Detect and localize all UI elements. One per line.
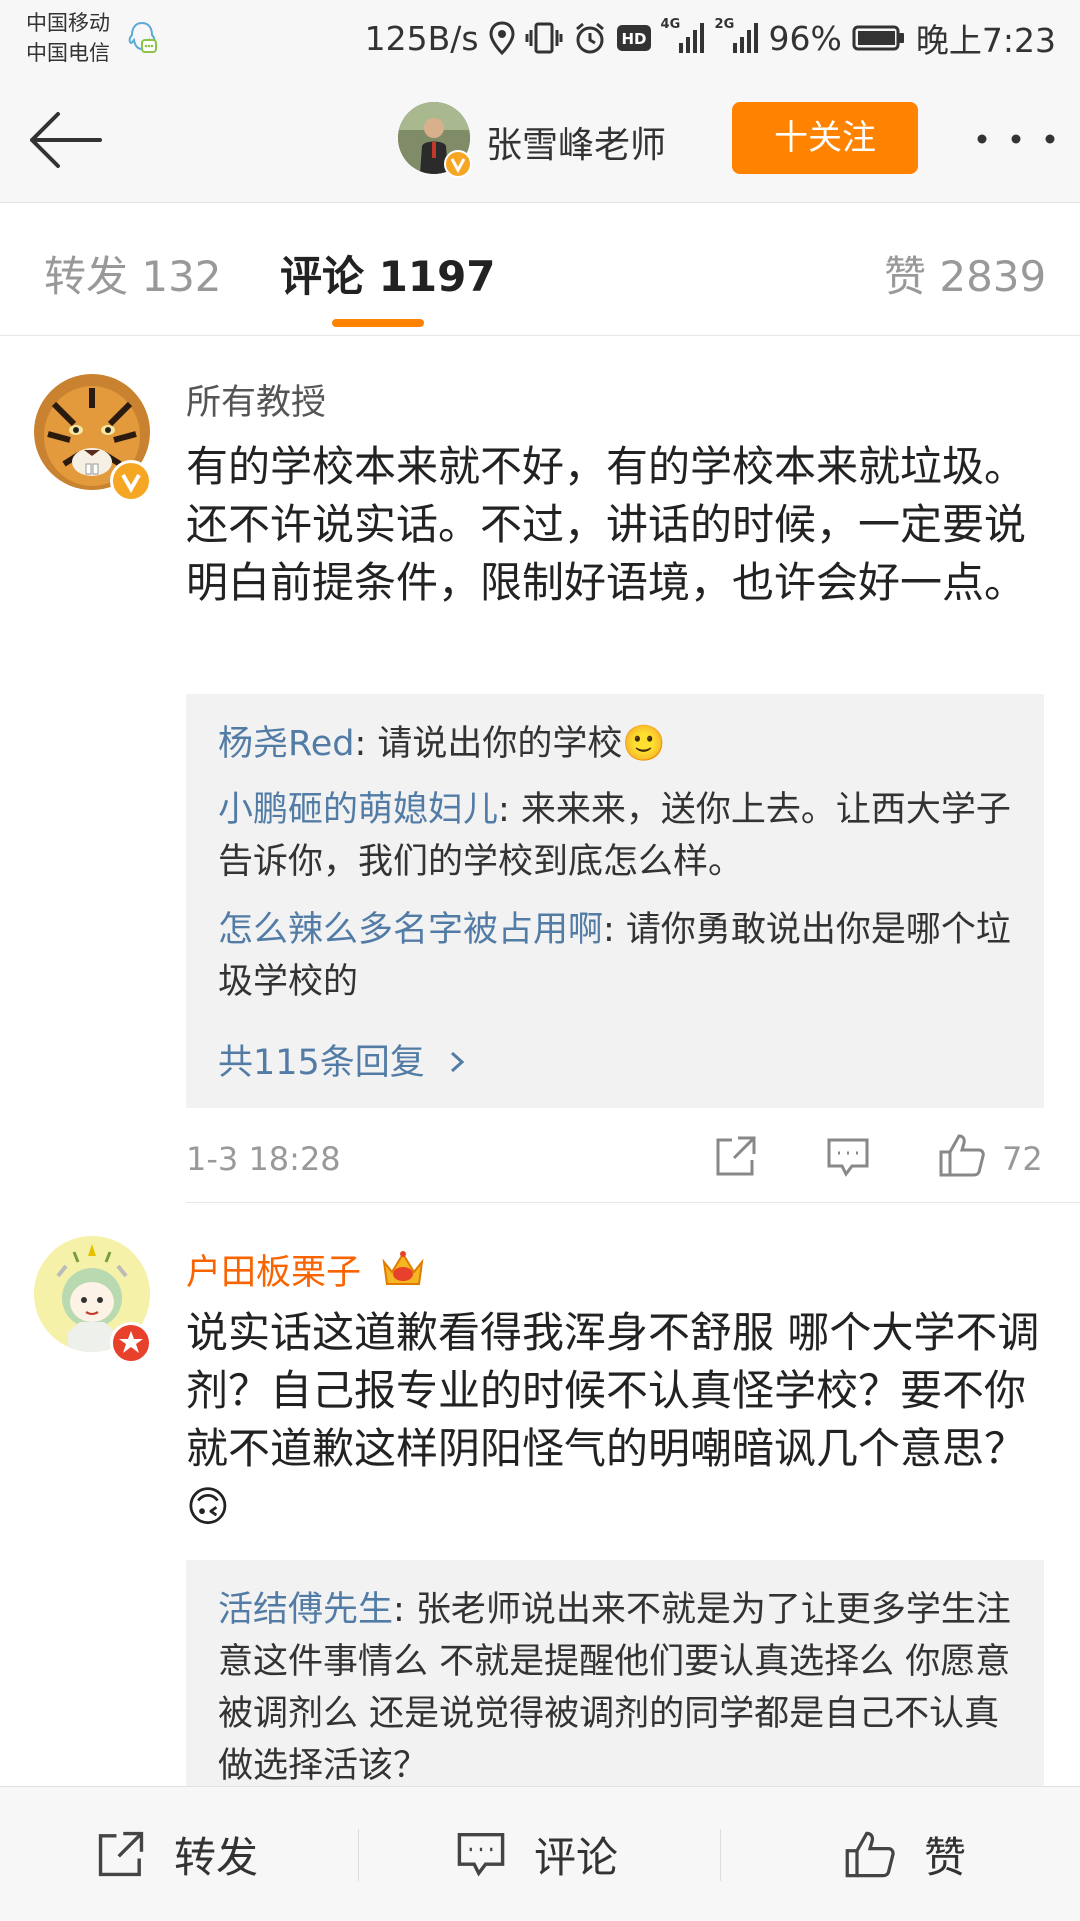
share-icon [98, 1831, 144, 1877]
repost-button[interactable]: 转发 [96, 1787, 258, 1921]
status-bar: 中国移动 中国电信 125B/s HD 4G 2G 96% 晚上7:23 [0, 0, 1080, 82]
commenter-name[interactable]: 户田板栗子 [186, 1244, 426, 1295]
reply-text: : 请说出你的学校🙂 [354, 724, 667, 764]
like-count: 72 [1002, 1140, 1043, 1178]
back-arrow-icon[interactable] [28, 110, 104, 170]
clock: 晚上7:23 [915, 21, 1056, 60]
network-speed: 125B/s [364, 18, 479, 58]
bottom-divider [358, 1829, 359, 1881]
verified-badge-icon [110, 460, 152, 502]
hd-icon: HD [616, 25, 651, 51]
battery-percent: 96% [768, 18, 842, 58]
like-icon[interactable] [938, 1132, 986, 1178]
comment-text: 说实话这道歉看得我浑身不舒服 哪个大学不调剂？自己报专业的时候不认真怪学校？要不… [186, 1308, 1040, 1531]
vip-badge-icon [110, 1322, 152, 1364]
comment-button[interactable]: 评论 [456, 1787, 618, 1921]
replies-box[interactable]: 活结傅先生: 张老师说出来不就是为了让更多学生注意这件事情么 不就是提醒他们要认… [186, 1560, 1044, 1800]
carrier-labels: 中国移动 中国电信 [26, 8, 110, 68]
follow-button[interactable]: 十关注 [732, 102, 918, 174]
comment-label: 评论 [534, 1832, 619, 1882]
chevron-right-icon [450, 1051, 465, 1073]
tab-reposts[interactable]: 转发 132 [44, 243, 222, 304]
tab-bar: 转发 132 评论 1197 赞 2839 [0, 203, 1080, 336]
nav-bar: 张雪峰老师 十关注 [0, 82, 1080, 203]
verified-badge-icon [444, 150, 472, 178]
comment-item: 户田板栗子 说实话这道歉看得我浑身不舒服 哪个大学不调剂？自己报专业的时候不认真… [0, 1206, 1080, 1800]
reply-user[interactable]: 怎么辣么多名字被占用啊 [218, 910, 603, 950]
svg-text:HD: HD [621, 30, 646, 48]
reply-comment-icon[interactable] [826, 1136, 870, 1178]
share-icon[interactable] [714, 1134, 758, 1178]
commenter-name[interactable]: 所有教授 [186, 374, 326, 425]
signal-2g-icon: 2G [715, 17, 759, 55]
like-button[interactable]: 赞 [844, 1787, 966, 1921]
carrier-2: 中国电信 [26, 41, 110, 65]
alarm-icon [575, 22, 604, 54]
reply-item[interactable]: 杨尧Red: 请说出你的学校🙂 [218, 718, 1018, 770]
reply-user[interactable]: 小鹏砸的萌媳妇儿 [218, 790, 498, 830]
like-label: 赞 [924, 1832, 967, 1882]
qq-notification-icon [128, 21, 157, 53]
bottom-divider [720, 1829, 721, 1881]
reply-user[interactable]: 活结傅先生 [218, 1590, 393, 1630]
active-tab-indicator [332, 319, 424, 327]
view-all-replies-link[interactable]: 共115条回复 [218, 1034, 468, 1085]
vibrate-icon [525, 22, 563, 54]
reply-item[interactable]: 怎么辣么多名字被占用啊: 请你勇敢说出你是哪个垃圾学校的 [218, 904, 1018, 1008]
carrier-1: 中国移动 [26, 11, 110, 35]
comment-divider [186, 1202, 1080, 1203]
location-icon [489, 21, 515, 55]
repost-label: 转发 [174, 1832, 259, 1882]
comment-icon [457, 1832, 505, 1877]
bottom-action-bar: 转发 评论 赞 [0, 1786, 1080, 1921]
signal-4g-icon: 4G [661, 17, 705, 55]
status-indicators: 125B/s HD 4G 2G 96% 晚上7:23 [365, 14, 1056, 62]
reply-user[interactable]: 杨尧Red [218, 724, 355, 764]
author-name[interactable]: 张雪峰老师 [486, 116, 666, 168]
tab-likes[interactable]: 赞 2839 [884, 243, 1046, 304]
replies-box[interactable]: 杨尧Red: 请说出你的学校🙂 小鹏砸的萌媳妇儿: 来来来，送你上去。让西大学子… [186, 694, 1044, 1108]
comment-time: 1-3 18:28 [186, 1140, 341, 1178]
reply-item[interactable]: 活结傅先生: 张老师说出来不就是为了让更多学生注意这件事情么 不就是提醒他们要认… [218, 1584, 1018, 1792]
tab-comments[interactable]: 评论 1197 [280, 243, 496, 304]
battery-icon [852, 25, 904, 51]
more-options-icon[interactable] [976, 130, 1056, 148]
crown-badge-icon [382, 1251, 424, 1285]
like-icon [845, 1831, 895, 1878]
comment-text: 有的学校本来就不好，有的学校本来就垃圾。还不许说实话。不过，讲话的时候，一定要说… [186, 442, 1027, 607]
comment-item: 所有教授 有的学校本来就不好，有的学校本来就垃圾。还不许说实话。不过，讲话的时候… [0, 344, 1080, 1204]
reply-item[interactable]: 小鹏砸的萌媳妇儿: 来来来，送你上去。让西大学子告诉你，我们的学校到底怎么样。 [218, 784, 1018, 888]
